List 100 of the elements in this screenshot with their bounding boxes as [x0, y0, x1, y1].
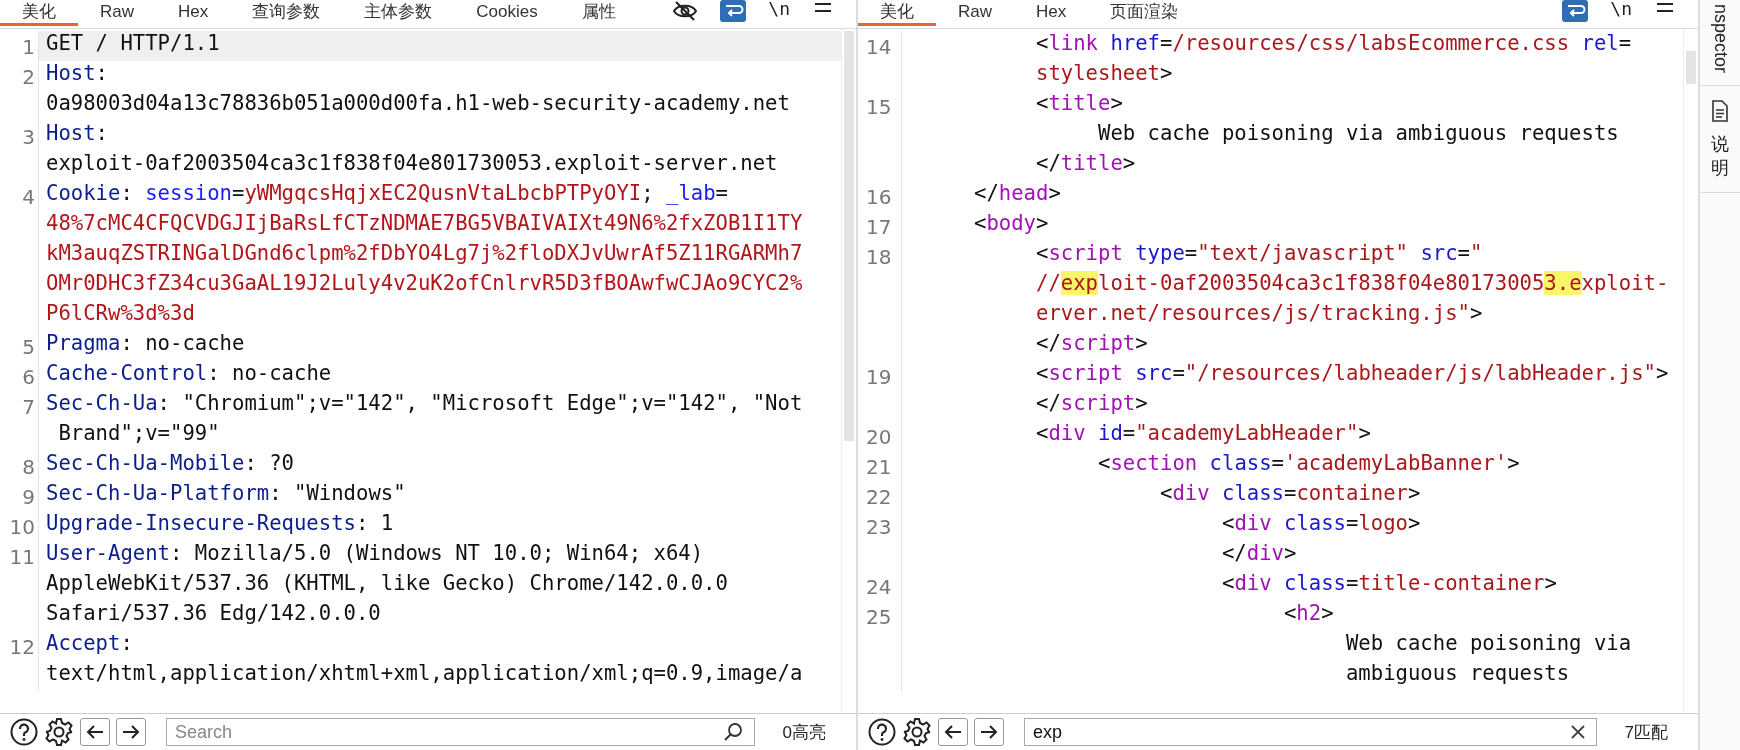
code-line: Cookie: session=yWMgqcsHqjxEC2QusnVtaLbcbPTPyOYI; _lab= — [45, 181, 729, 207]
back-button[interactable] — [80, 718, 110, 746]
help-icon[interactable] — [10, 718, 38, 746]
menu-icon[interactable] — [814, 0, 832, 14]
right-arrow-icon — [980, 724, 998, 740]
code-line: Sec-Ch-Ua-Platform: "Windows" — [45, 481, 407, 507]
forward-button[interactable] — [116, 718, 146, 746]
code-line: <script type="text/javascript" src=" — [1035, 241, 1484, 267]
code-line: Cache-Control: no-cache — [45, 361, 333, 387]
search-field[interactable]: Search — [166, 718, 755, 746]
tab[interactable]: Cookies — [454, 0, 560, 26]
eye-slash-icon[interactable] — [672, 0, 699, 22]
line-number: 17 — [866, 214, 893, 241]
tab[interactable]: Raw — [78, 0, 156, 26]
tab[interactable]: Hex — [1014, 0, 1089, 26]
tab[interactable]: 美化 — [0, 0, 78, 26]
settings-icon[interactable] — [902, 717, 932, 747]
tab[interactable]: Hex — [156, 0, 231, 26]
code-line: Host: — [45, 61, 109, 87]
wrap-toggle-icon[interactable] — [1562, 0, 1589, 22]
right-arrow-icon — [122, 724, 140, 740]
newline-toggle[interactable]: \n — [768, 0, 790, 18]
help-icon[interactable] — [868, 718, 896, 746]
line-number: 5 — [22, 334, 36, 361]
code-line: </script> — [1035, 331, 1149, 357]
code-line: Sec-Ch-Ua: "Chromium";v="142", "Microsoft Edge";v="142", "Not — [45, 391, 804, 417]
code-line: <div id="academyLabHeader"> — [1035, 421, 1372, 447]
tab[interactable]: 美化 — [858, 0, 936, 26]
scrollbar-thumb[interactable] — [1686, 51, 1696, 84]
code-line: text/html,application/xhtml+xml,application/xml;q=0.9,image/a — [45, 661, 804, 687]
line-number: 24 — [866, 574, 893, 601]
line-number: 3 — [22, 124, 36, 151]
code-line: Brand";v="99" — [57, 421, 221, 447]
inspector-tab[interactable]: nspector — [1700, 0, 1740, 87]
code-line: Web cache poisoning via — [1344, 631, 1633, 657]
line-number: 22 — [866, 484, 893, 511]
line-number: 6 — [22, 364, 36, 391]
code-line: //exploit-0af2003504ca3c1f838f04e801730053.exploit- — [1035, 271, 1670, 297]
line-number: 18 — [866, 244, 893, 271]
code-line: AppleWebKit/537.36 (KHTML, like Gecko) Chrome/142.0.0.0 — [45, 571, 729, 597]
code-line: </head> — [973, 181, 1062, 207]
tab[interactable]: 主体参数 — [342, 0, 455, 26]
search-icon[interactable] — [722, 722, 743, 742]
left-arrow-icon — [86, 724, 104, 740]
line-number: 16 — [866, 184, 893, 211]
line-number: 23 — [866, 514, 893, 541]
code-line: 48%7cMC4CFQCVDGJIjBaRsLfCTzNDMAE7BG5VBAIVAIXt49N6%2fxZOB1I1TY — [45, 211, 804, 237]
code-line: </div> — [1220, 541, 1298, 567]
line-number: 25 — [866, 604, 893, 631]
code-line: </script> — [1035, 391, 1149, 417]
code-line: OMr0DHC3fZ34cu3GaAL19J2Luly4v2uK2ofCnlrvR5D3fBOAwfwCJAo9CYC2% — [45, 271, 804, 297]
code-line: Accept: — [45, 631, 134, 657]
line-number: 14 — [866, 34, 893, 61]
menu-icon[interactable] — [1656, 0, 1674, 14]
line-number: 11 — [9, 544, 36, 571]
match-count: 0高亮 — [782, 721, 826, 744]
line-number: 9 — [22, 484, 36, 511]
line-number: 7 — [22, 394, 36, 421]
code-line: ambiguous requests — [1344, 661, 1571, 687]
clear-icon[interactable] — [1570, 725, 1585, 739]
code-line: stylesheet> — [1035, 61, 1174, 87]
settings-icon[interactable] — [44, 717, 74, 747]
notes-tab[interactable]: 说明 — [1711, 132, 1729, 181]
tab[interactable]: Raw — [936, 0, 1014, 26]
search-field[interactable]: exp — [1024, 718, 1597, 746]
code-line: <div class=logo> — [1220, 511, 1422, 537]
tab[interactable]: 页面渲染 — [1088, 0, 1201, 26]
line-number: 19 — [866, 364, 893, 391]
code-line: Upgrade-Insecure-Requests: 1 — [45, 511, 395, 537]
line-number: 21 — [866, 454, 893, 481]
wrap-toggle-icon[interactable] — [720, 0, 747, 22]
line-number: 1 — [22, 34, 36, 61]
code-line: 0a98003d04a13c78836b051a000d00fa.h1-web-security-academy.net — [45, 91, 791, 117]
line-number: 4 — [22, 184, 36, 211]
line-number: 2 — [22, 64, 36, 91]
code-line: Web cache poisoning via ambiguous requests — [1096, 121, 1620, 147]
line-number: 20 — [866, 424, 893, 451]
code-line: User-Agent: Mozilla/5.0 (Windows NT 10.0; Win64; x64) — [45, 541, 705, 567]
line-number: 15 — [866, 94, 893, 121]
back-button[interactable] — [938, 718, 968, 746]
scrollbar-thumb[interactable] — [844, 31, 854, 441]
line-number: 10 — [9, 514, 36, 541]
code-line: <div class=title-container> — [1220, 571, 1558, 597]
code-line: Pragma: no-cache — [45, 331, 246, 357]
tab[interactable]: 属性 — [559, 0, 638, 26]
code-line: </title> — [1035, 151, 1137, 177]
code-line: <h2> — [1282, 601, 1335, 627]
code-line: kM3auqZSTRINGalDGnd6clpm%2fDbYO4Lg7j%2floDXJvUwrAf5Z11RGARMh7 — [45, 241, 804, 267]
forward-button[interactable] — [974, 718, 1004, 746]
newline-toggle[interactable]: \n — [1610, 0, 1632, 18]
code-line: <body> — [973, 211, 1050, 237]
code-line: P6lCRw%3d%3d — [45, 301, 196, 327]
document-icon[interactable] — [1711, 100, 1729, 123]
line-number: 12 — [9, 634, 36, 661]
code-line: <link href=/resources/css/labsEcommerce.css rel= — [1035, 31, 1633, 57]
code-line: <div class=container> — [1158, 481, 1422, 507]
code-line: Host: — [45, 121, 109, 147]
tab[interactable]: 查询参数 — [230, 0, 343, 26]
code-line: <section class='academyLabBanner'> — [1096, 451, 1521, 477]
left-arrow-icon — [944, 724, 962, 740]
